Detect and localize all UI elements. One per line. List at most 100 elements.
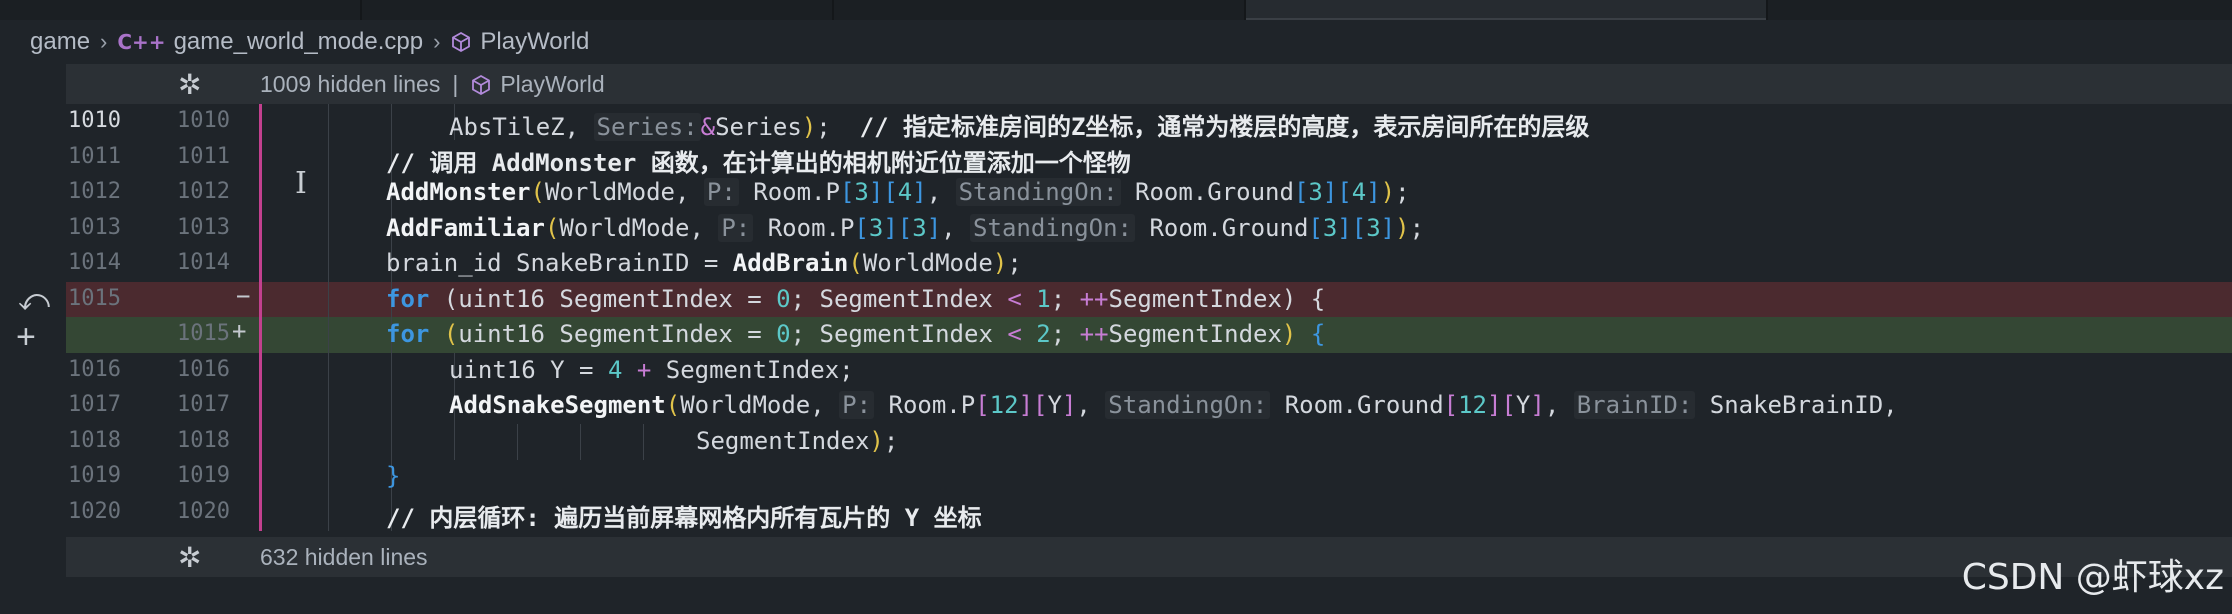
code-token: (uint16 SegmentIndex = [429,284,777,313]
line-number-new: 1016 [177,356,230,382]
code-token: , [926,178,956,206]
code-text[interactable]: for (uint16 SegmentIndex = 0; SegmentInd… [386,285,1325,313]
code-token: 12 [989,391,1019,419]
code-token: ][ [1337,213,1367,242]
code-line[interactable]: 1016 1016 uint16 Y = 4 + SegmentIndex; [66,352,2232,389]
code-token: brain_id SnakeBrainID = [386,249,733,277]
indent-guide [328,388,329,424]
code-token: AddBrain [732,249,849,277]
revert-icon[interactable]: ⤺ [18,284,50,318]
breadcrumb: game › C++ game_world_mode.cpp › PlayWor… [0,22,2232,62]
code-token: ) [1380,178,1396,206]
code-token: + [636,355,652,384]
code-line[interactable]: 1019 1019} [66,459,2232,495]
inlay-hint: StandingOn: [955,178,1121,206]
code-token: 3 [912,213,927,242]
add-comment-icon[interactable]: + [16,318,36,357]
code-line[interactable]: 1014 1014 brain_id SnakeBrainID = AddBrain… [66,246,2232,282]
code-token: AddSnakeSegment [449,391,666,419]
unfold-icon[interactable]: ✲ [178,68,201,101]
code-token: { [1310,320,1326,348]
code-text[interactable]: AbsTileZ, Series: &Series); // 指定标准房间的Z坐标… [449,107,1589,142]
editor-tab-active[interactable] [1246,0,1768,20]
indent-guide [643,423,644,460]
code-token: ] [1061,391,1077,419]
code-text[interactable]: uint16 Y = 4 + SegmentIndex; [449,356,854,384]
code-token: WorldMode, [680,391,840,419]
code-token: Room.P [874,391,976,419]
editor-tab[interactable] [0,0,362,20]
diff-removed-line[interactable]: 1015 − for (uint16 SegmentIndex = 0; Segme… [66,281,2232,318]
cpp-file-icon: C++ [117,30,166,54]
breadcrumb-file[interactable]: game_world_mode.cpp [174,28,423,56]
code-token: ; [1395,178,1410,206]
indent-guide [328,352,329,389]
code-token: 0 [776,284,791,313]
code-token: SegmentIndex [696,426,870,455]
editor-tab[interactable] [362,0,834,20]
code-token: ( [530,178,545,206]
editor-tab[interactable] [834,0,1246,20]
line-number-new: 1017 [177,392,230,417]
code-token: WorldMode [862,249,993,277]
code-line[interactable]: 1017 1017 AddSnakeSegment(WorldMode, P: Ro… [66,388,2232,424]
folded-region-bottom[interactable]: ✲ 632 hidden lines [66,537,2232,577]
folded-region-top[interactable]: ✲ 1009 hidden lines | PlayWorld [66,64,2232,104]
line-number-old: 1011 [68,143,121,169]
code-text[interactable]: AddFamiliar(WorldMode, P: Room.P[3][3], … [386,213,1425,242]
code-text[interactable]: brain_id SnakeBrainID = AddBrain(WorldMo… [386,249,1022,277]
editor-tab[interactable] [1768,0,2232,20]
hidden-lines-label: 632 hidden lines [260,544,428,570]
code-token: 3 [1322,213,1338,242]
indent-guide [328,210,329,247]
indent-guide [328,104,329,140]
code-token: 12 [1458,391,1487,419]
unfold-icon[interactable]: ✲ [178,541,201,574]
code-line[interactable]: 1018 1018 SegmentIndex); [66,423,2232,460]
code-token: [ [839,178,855,206]
inlay-hint: StandingOn: [1105,391,1271,419]
diff-added-line[interactable]: 1015 + for (uint16 SegmentIndex = 0; Segme… [66,317,2232,353]
code-line[interactable]: 1020 1020 // 内层循环: 遍历当前屏幕网格内所有瓦片的 Y 坐标 [66,494,2232,533]
code-text[interactable]: SegmentIndex); [696,427,898,455]
code-text[interactable]: for (uint16 SegmentIndex = 0; SegmentInd… [386,320,1325,348]
code-text[interactable]: // 内层循环: 遍历当前屏幕网格内所有瓦片的 Y 坐标 [386,498,982,533]
code-text[interactable]: } [386,462,400,490]
code-token: uint16 Y = [449,355,608,384]
breadcrumb-symbol[interactable]: PlayWorld [480,28,589,56]
indent-guide [391,104,392,140]
code-line[interactable]: 1012 1012 AddMonster(WorldMode, P: Room.P[… [66,175,2232,211]
code-line[interactable]: 1011 1011 // 调用 AddMonster 函数，在计算出的相机附近位置添… [66,139,2232,178]
code-token: Series [715,113,802,141]
breadcrumb-folder[interactable]: game [30,28,90,56]
indent-guide [517,423,518,460]
line-number-old: 1019 [68,463,121,488]
code-token: Y [1047,391,1062,419]
code-text[interactable]: AddMonster(WorldMode, P: Room.P[3][4], S… [386,178,1410,206]
code-line[interactable]: 1013 1013 AddFamiliar(WorldMode, P: Room.P… [66,210,2232,247]
line-number-new: 1019 [177,463,230,488]
change-indicator [259,246,262,282]
diff-minus-marker: − [236,281,251,310]
code-token: for [386,284,430,313]
indent-guide [391,352,392,389]
line-number-new: 1020 [177,498,230,524]
code-line[interactable]: 1010 1010 AbsTileZ, Series: &Series); // 指定… [66,104,2232,142]
change-indicator [259,175,262,211]
code-text[interactable]: // 调用 AddMonster 函数，在计算出的相机附近位置添加一个怪物 [386,143,1131,178]
inlay-hint: P: [703,178,739,206]
change-indicator [259,317,262,353]
indent-guide [580,423,581,460]
code-token: ; [1050,284,1080,313]
code-text[interactable]: AddSnakeSegment(WorldMode, P: Room.P[12]… [449,391,1898,419]
line-number-old: 1018 [68,427,121,453]
code-token: Y [1515,391,1531,419]
code-token: ][ [1018,391,1048,419]
indent-guide [328,246,329,282]
code-token: ; [1409,213,1425,242]
code-token: ( [544,213,560,242]
code-token: , [1076,391,1106,419]
